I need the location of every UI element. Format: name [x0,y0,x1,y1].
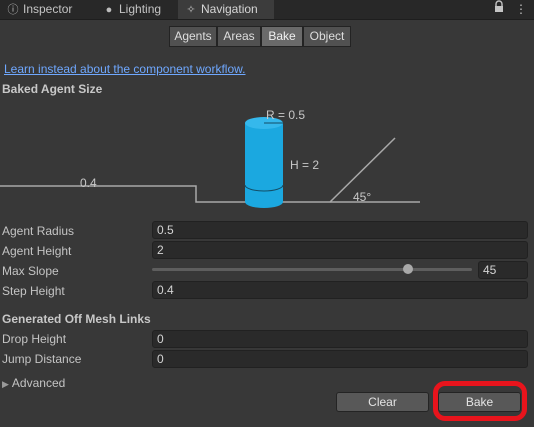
baked-agent-size-header: Baked Agent Size [2,82,103,96]
advanced-label: Advanced [11,376,66,390]
jump-distance-field[interactable]: 0 [152,350,528,368]
radius-label: R = 0.5 [266,108,305,122]
advanced-foldout[interactable]: ▶ Advanced [2,376,65,390]
max-slope-slider-track[interactable] [152,268,472,271]
max-slope-label: Max Slope [2,264,59,278]
more-vert-icon[interactable]: ⋮ [515,0,527,19]
agent-cylinder [244,117,284,208]
segment-bake[interactable]: Bake [261,26,303,47]
tab-navigation[interactable]: ✧ Navigation [178,0,274,19]
chevron-right-icon: ▶ [2,379,9,389]
tab-lighting[interactable]: ● Lighting [96,0,176,19]
max-slope-field[interactable]: 45 [478,261,528,279]
info-icon: ⓘ [7,4,19,16]
bulb-icon: ● [105,4,113,16]
tab-navigation-label: Navigation [201,2,258,16]
segment-object[interactable]: Object [303,26,351,47]
tab-bar: ⓘ Inspector ● Lighting ✧ Navigation ⋮ [0,0,534,20]
step-label: 0.4 [80,176,97,190]
step-height-label: Step Height [2,284,65,298]
navigation-icon: ✧ [186,4,196,16]
clear-button[interactable]: Clear [336,392,429,412]
segment-agents[interactable]: Agents [169,26,217,47]
off-mesh-links-header: Generated Off Mesh Links [2,312,151,326]
drop-height-field[interactable]: 0 [152,330,528,348]
bake-button-highlight [433,381,527,421]
segment-areas[interactable]: Areas [217,26,261,47]
lock-icon[interactable] [493,0,505,19]
component-workflow-link[interactable]: Learn instead about the component workfl… [4,62,246,76]
height-label: H = 2 [290,158,319,172]
jump-distance-label: Jump Distance [2,352,82,366]
slope-label: 45° [353,190,371,204]
max-slope-slider-thumb[interactable] [403,264,413,274]
ground-profile-line [0,137,396,203]
agent-size-diagram: R = 0.5 H = 2 0.4 45° [0,108,420,208]
tab-lighting-label: Lighting [119,2,162,16]
drop-height-label: Drop Height [2,332,67,346]
tab-inspector[interactable]: ⓘ Inspector [0,0,86,19]
agent-radius-field[interactable]: 0.5 [152,221,528,239]
tab-inspector-label: Inspector [23,2,73,16]
agent-height-field[interactable]: 2 [152,241,528,259]
step-height-field[interactable]: 0.4 [152,281,528,299]
agent-height-label: Agent Height [2,244,72,258]
agent-radius-label: Agent Radius [2,224,75,238]
